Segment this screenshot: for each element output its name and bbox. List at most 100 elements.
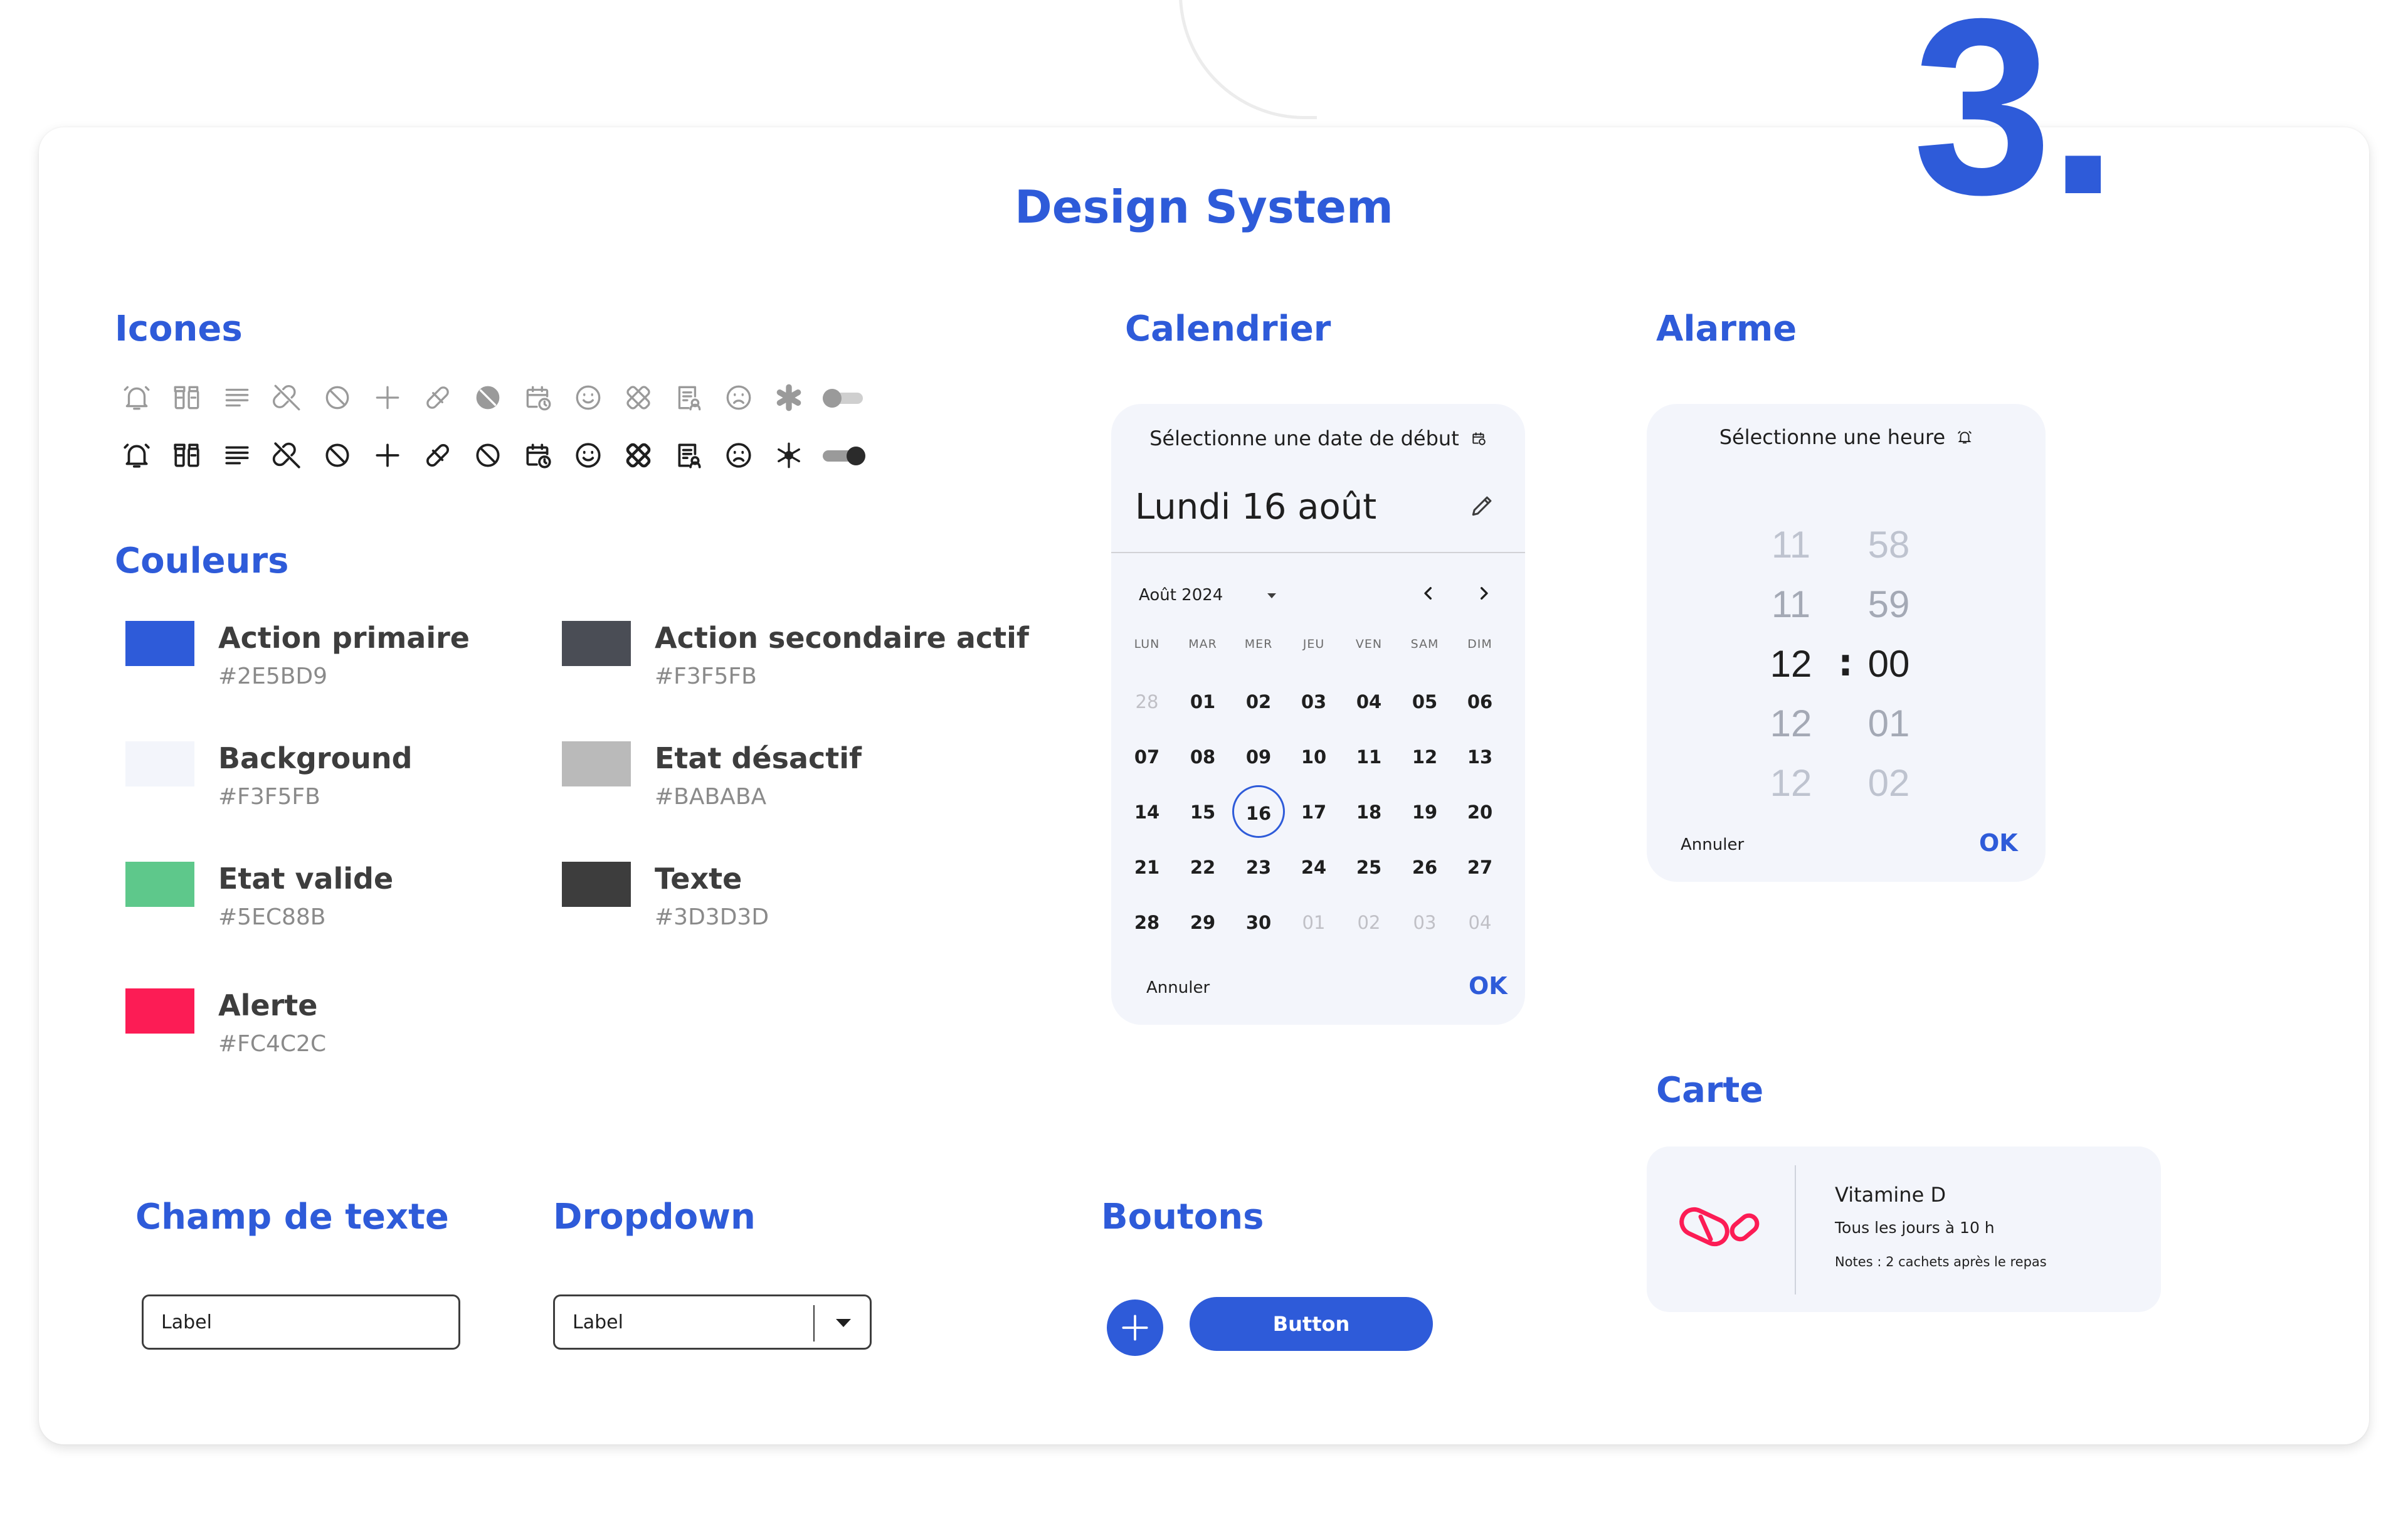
ban-icon bbox=[312, 379, 362, 416]
time-picker-header: Sélectionne une heure bbox=[1647, 425, 2046, 450]
color-hex: #F3F5FB bbox=[218, 784, 320, 810]
color-item: Etat désactif #BABABA bbox=[562, 741, 963, 823]
calendar-day-outside[interactable]: 02 bbox=[1341, 912, 1397, 933]
bandage-icon bbox=[613, 437, 663, 474]
color-item: Action secondaire actif #F3F5FB bbox=[562, 621, 1029, 702]
color-swatch bbox=[125, 621, 194, 666]
text-input-label: Label bbox=[161, 1311, 212, 1333]
alarm-ok-button[interactable]: OK bbox=[1979, 829, 2018, 857]
month-selector[interactable]: Août 2024 bbox=[1139, 586, 1276, 605]
calendar-day[interactable]: 21 bbox=[1119, 857, 1175, 878]
section-title-alarm: Alarme bbox=[1656, 309, 1797, 349]
calendar-day-selected[interactable]: 16 bbox=[1232, 785, 1285, 838]
weekday-label: LUN bbox=[1134, 637, 1160, 651]
calendar-day[interactable]: 18 bbox=[1341, 802, 1397, 823]
primary-button[interactable]: Button bbox=[1190, 1297, 1433, 1351]
text-input[interactable]: Label bbox=[142, 1294, 460, 1350]
hour-selected: 12 bbox=[1770, 643, 1812, 685]
edit-pencil-icon[interactable] bbox=[1469, 492, 1496, 519]
calendar-day[interactable]: 08 bbox=[1175, 746, 1231, 768]
list-icon bbox=[212, 437, 262, 474]
plus-icon bbox=[362, 437, 413, 474]
calendar-day-outside[interactable]: 28 bbox=[1119, 691, 1175, 712]
date-picker-divider bbox=[1111, 552, 1525, 553]
pill-bottle-icon bbox=[162, 379, 212, 416]
date-picker: Sélectionne une date de début Lundi 16 a… bbox=[1111, 404, 1525, 1025]
color-name: Action primaire bbox=[218, 621, 470, 655]
calendar-day[interactable]: 28 bbox=[1119, 912, 1175, 933]
toggle-on[interactable] bbox=[823, 447, 867, 465]
medication-schedule: Tous les jours à 10 h bbox=[1835, 1219, 1995, 1237]
toggle-off[interactable] bbox=[823, 389, 867, 408]
date-picker-header: Sélectionne une date de début bbox=[1111, 426, 1525, 452]
calendar-day[interactable]: 14 bbox=[1119, 802, 1175, 823]
section-title-card: Carte bbox=[1656, 1070, 1764, 1111]
calendar-day[interactable]: 15 bbox=[1175, 802, 1231, 823]
dropdown-separator bbox=[813, 1305, 815, 1342]
hour-option: 11 bbox=[1771, 583, 1811, 625]
alarm-cancel-button[interactable]: Annuler bbox=[1681, 835, 1744, 854]
minute-option: 02 bbox=[1867, 762, 1910, 804]
add-fab-button[interactable] bbox=[1107, 1299, 1163, 1356]
calendar-day-outside[interactable]: 04 bbox=[1452, 912, 1508, 933]
calendar-day[interactable]: 25 bbox=[1341, 857, 1397, 878]
calendar-day[interactable]: 30 bbox=[1230, 912, 1287, 933]
calendar-day[interactable]: 10 bbox=[1286, 746, 1342, 768]
asterisk-icon bbox=[764, 379, 814, 416]
calendar-day[interactable]: 05 bbox=[1397, 691, 1453, 712]
calendar-day[interactable]: 13 bbox=[1452, 746, 1508, 768]
hour-option: 12 bbox=[1770, 762, 1812, 804]
calendar-day[interactable]: 26 bbox=[1397, 857, 1453, 878]
pill-disabled-icon bbox=[463, 379, 513, 416]
medication-title: Vitamine D bbox=[1835, 1183, 1946, 1207]
minute-selected: 00 bbox=[1867, 643, 1910, 685]
calendar-day[interactable]: 02 bbox=[1230, 691, 1287, 712]
medication-card[interactable]: Vitamine D Tous les jours à 10 h Notes :… bbox=[1647, 1146, 2161, 1312]
frown-icon bbox=[714, 379, 764, 416]
calendar-day-outside[interactable]: 03 bbox=[1397, 912, 1453, 933]
minute-option: 01 bbox=[1867, 702, 1910, 744]
prev-month-icon[interactable] bbox=[1416, 581, 1441, 606]
list-icon bbox=[212, 379, 262, 416]
calendar-day[interactable]: 24 bbox=[1286, 857, 1342, 878]
calendar-day[interactable]: 29 bbox=[1175, 912, 1231, 933]
calendar-day[interactable]: 01 bbox=[1175, 691, 1231, 712]
color-hex: #F3F5FB bbox=[655, 664, 757, 689]
calendar-day[interactable]: 17 bbox=[1286, 802, 1342, 823]
calendar-day[interactable]: 12 bbox=[1397, 746, 1453, 768]
frown-icon bbox=[714, 437, 764, 474]
calendar-day[interactable]: 11 bbox=[1341, 746, 1397, 768]
dropdown-label: Label bbox=[573, 1311, 623, 1333]
calendar-day-outside[interactable]: 01 bbox=[1286, 912, 1342, 933]
color-item: Etat valide #5EC88B bbox=[125, 862, 527, 943]
hour-option: 12 bbox=[1770, 702, 1812, 744]
calendar-day[interactable]: 19 bbox=[1397, 802, 1453, 823]
next-month-icon[interactable] bbox=[1471, 581, 1496, 606]
calendar-day[interactable]: 04 bbox=[1341, 691, 1397, 712]
dropdown-select[interactable]: Label bbox=[553, 1294, 872, 1350]
smile-icon bbox=[563, 379, 613, 416]
calendar-day[interactable]: 20 bbox=[1452, 802, 1508, 823]
calendar-day[interactable]: 07 bbox=[1119, 746, 1175, 768]
color-swatch bbox=[125, 862, 194, 907]
calendar-day[interactable]: 06 bbox=[1452, 691, 1508, 712]
calendar-day[interactable]: 09 bbox=[1230, 746, 1287, 768]
calendar-ok-button[interactable]: OK bbox=[1469, 972, 1508, 1000]
medication-notes: Notes : 2 cachets après le repas bbox=[1835, 1254, 2047, 1269]
icons-row-active bbox=[112, 437, 867, 474]
calendar-day[interactable]: 22 bbox=[1175, 857, 1231, 878]
color-swatch bbox=[562, 741, 631, 786]
pill-bottle-icon bbox=[162, 437, 212, 474]
prescription-icon bbox=[663, 379, 714, 416]
calendar-day[interactable]: 03 bbox=[1286, 691, 1342, 712]
color-hex: #FC4C2C bbox=[218, 1031, 327, 1057]
calendar-day[interactable]: 23 bbox=[1230, 857, 1287, 878]
color-name: Background bbox=[218, 741, 413, 775]
calendar-day[interactable]: 27 bbox=[1452, 857, 1508, 878]
calendar-cancel-button[interactable]: Annuler bbox=[1146, 978, 1210, 997]
plus-icon bbox=[1122, 1315, 1148, 1341]
selected-date: Lundi 16 août bbox=[1135, 487, 1377, 527]
weekday-label: VEN bbox=[1355, 637, 1383, 651]
weekday-label: MAR bbox=[1188, 637, 1217, 651]
color-name: Etat désactif bbox=[655, 741, 862, 775]
